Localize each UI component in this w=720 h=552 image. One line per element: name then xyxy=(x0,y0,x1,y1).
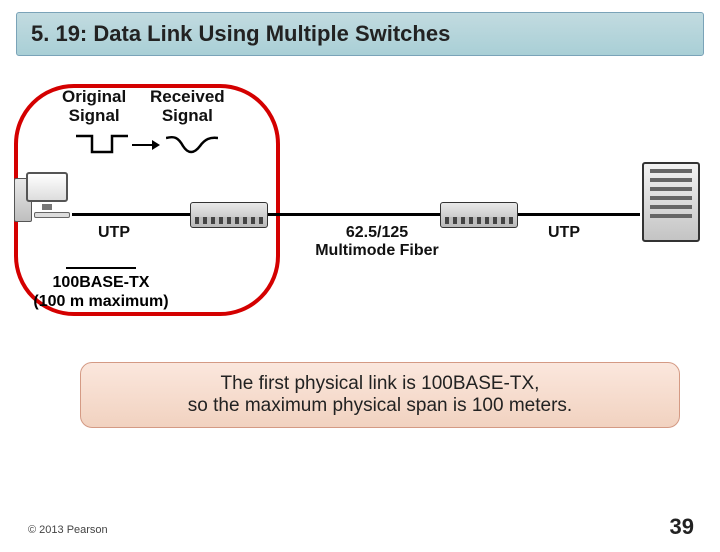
switch-icon xyxy=(190,202,268,228)
callout-text: so the maximum physical span is 100 mete… xyxy=(188,395,572,416)
callout-box: The first physical link is 100BASE-TX, s… xyxy=(80,362,680,428)
standard-label: 100BASE-TX (100 m maximum) xyxy=(26,267,176,311)
original-signal-label: Original Signal xyxy=(62,88,126,125)
original-signal-waveform xyxy=(76,132,128,156)
label-text: Original xyxy=(62,87,126,106)
arrow-icon xyxy=(132,140,162,150)
callout-text: The first physical link is 100BASE-TX, xyxy=(221,373,540,394)
cable-segment xyxy=(72,213,190,216)
standard-name: 100BASE-TX xyxy=(53,274,150,291)
switch-icon xyxy=(440,202,518,228)
cable-segment xyxy=(268,213,440,216)
received-signal-waveform xyxy=(166,132,218,156)
received-signal-label: Received Signal xyxy=(150,88,225,125)
slide-title: 5. 19: Data Link Using Multiple Switches xyxy=(16,12,704,56)
diagram-area: Original Signal Received Signal UTP 62.5… xyxy=(20,82,700,322)
copyright-text: © 2013 Pearson xyxy=(28,524,108,536)
link-label-utp-right: UTP xyxy=(548,224,580,242)
label-text: Received xyxy=(150,87,225,106)
link-label-utp-left: UTP xyxy=(98,224,130,242)
workstation-icon xyxy=(20,172,80,232)
standard-limit: (100 m maximum) xyxy=(33,293,168,310)
label-text: Signal xyxy=(162,106,213,125)
link-label-multimode: 62.5/125 Multimode Fiber xyxy=(312,224,442,261)
server-icon xyxy=(642,162,700,242)
label-text: Signal xyxy=(69,106,120,125)
label-text: 62.5/125 xyxy=(346,224,408,241)
page-number: 39 xyxy=(670,514,694,540)
cable-segment xyxy=(518,213,640,216)
label-text: Multimode Fiber xyxy=(315,242,439,259)
